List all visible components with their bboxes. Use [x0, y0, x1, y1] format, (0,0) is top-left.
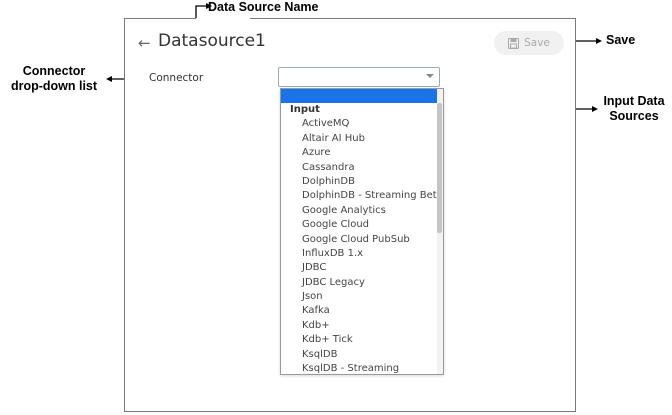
dropdown-option[interactable]: JDBC Legacy: [281, 276, 439, 290]
connector-label: Connector: [149, 72, 204, 84]
dropdown-option[interactable]: KsqlDB: [281, 348, 439, 362]
dropdown-highlighted-option[interactable]: [281, 89, 443, 103]
dropdown-option[interactable]: DolphinDB - Streaming Beta: [281, 189, 439, 203]
dropdown-option[interactable]: DolphinDB: [281, 175, 439, 189]
dropdown-option[interactable]: Kdb+: [281, 319, 439, 333]
dropdown-option[interactable]: JDBC: [281, 261, 439, 275]
annotation-save: Save: [606, 33, 636, 47]
dropdown-option[interactable]: Google Analytics: [281, 204, 439, 218]
page-title: Datasource1: [158, 31, 266, 51]
dropdown-group-label: Input: [290, 104, 320, 115]
annotation-input-line2: Sources: [609, 109, 659, 123]
annotation-connector: Connector drop-down list: [6, 64, 102, 94]
connector-select[interactable]: [278, 67, 440, 87]
panel-top-border-right: [250, 18, 576, 19]
dropdown-option[interactable]: Altair AI Hub: [281, 132, 439, 146]
save-button-label: Save: [524, 37, 550, 49]
dropdown-scrollbar-thumb[interactable]: [437, 103, 442, 233]
dropdown-option[interactable]: Google Cloud: [281, 218, 439, 232]
dropdown-option[interactable]: Kdb+ Tick: [281, 333, 439, 347]
floppy-disk-icon: [508, 37, 520, 49]
save-button[interactable]: Save: [494, 31, 564, 55]
back-arrow-icon[interactable]: ←: [138, 34, 151, 52]
chevron-down-icon[interactable]: [426, 74, 434, 78]
dropdown-options: Input ActiveMQ Altair AI Hub Azure Cassandr…: [281, 103, 439, 374]
dropdown-option[interactable]: InfluxDB 1.x: [281, 247, 439, 261]
dropdown-option[interactable]: Cassandra: [281, 161, 439, 175]
annotation-connector-line2: drop-down list: [10, 79, 98, 93]
annotation-input-line1: Input Data: [603, 94, 665, 108]
connector-dropdown-list[interactable]: Input ActiveMQ Altair AI Hub Azure Cassandr…: [280, 88, 444, 375]
annotation-input-sources: Input Data Sources: [598, 94, 670, 124]
dropdown-option[interactable]: Json: [281, 290, 439, 304]
dropdown-option[interactable]: KsqlDB - Streaming: [281, 362, 439, 374]
dropdown-option[interactable]: Kafka: [281, 304, 439, 318]
dropdown-option[interactable]: Azure: [281, 146, 439, 160]
dropdown-option[interactable]: ActiveMQ: [281, 117, 439, 131]
panel-top-border-left: [124, 18, 196, 19]
annotation-data-source-name: Data Source Name: [208, 0, 319, 14]
dropdown-option[interactable]: Google Cloud PubSub: [281, 233, 439, 247]
annotation-connector-line1: Connector: [22, 64, 86, 78]
